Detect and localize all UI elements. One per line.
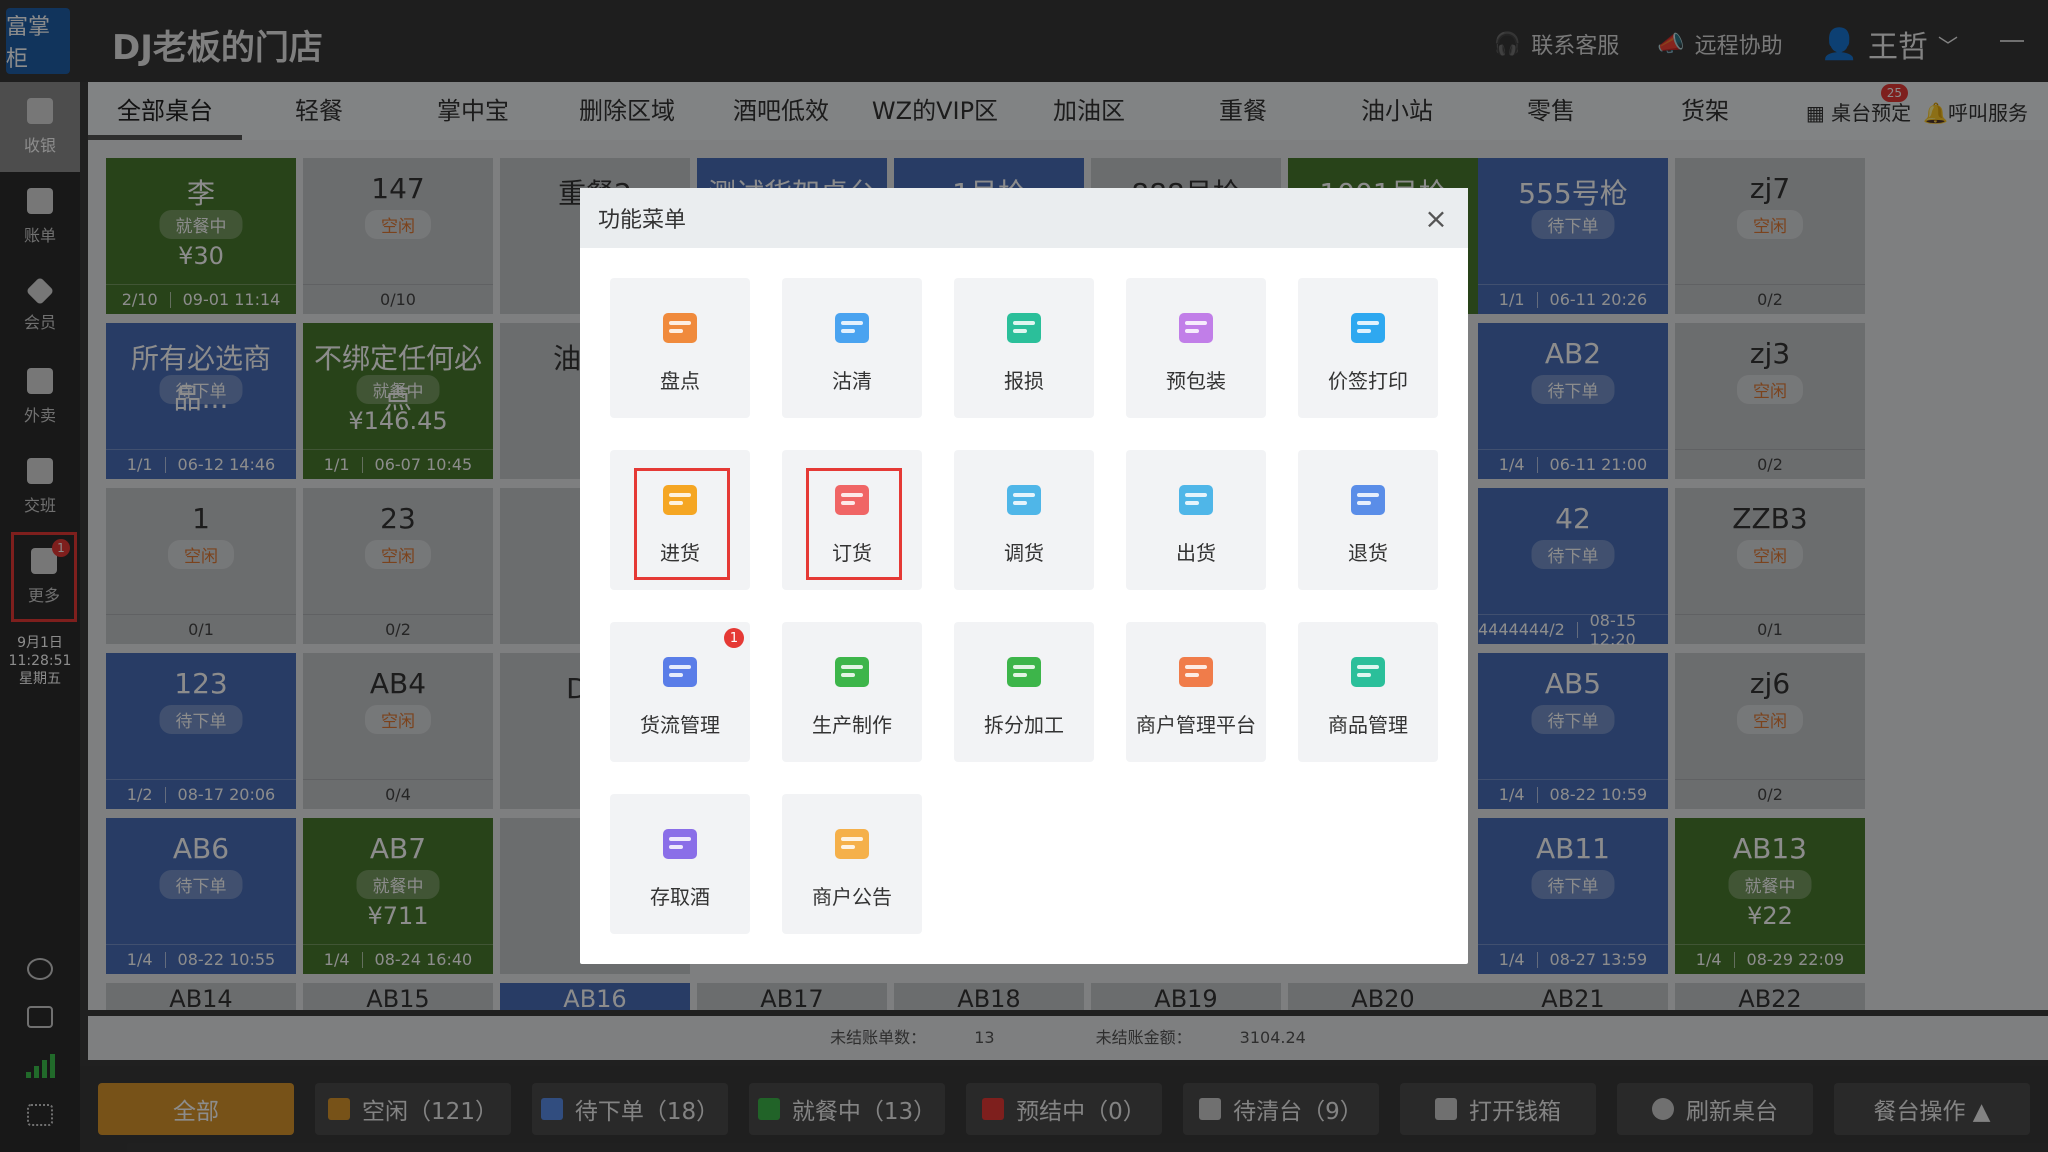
tile-label: 调货 [1004, 540, 1044, 565]
shipment-icon [1179, 484, 1213, 515]
tile-label: 预包装 [1166, 368, 1226, 393]
tile-label: 存取酒 [650, 884, 710, 909]
merchant-store-icon [1179, 656, 1213, 687]
tile-label: 报损 [1004, 368, 1044, 393]
tile-label: 商品管理 [1328, 712, 1408, 737]
function-tile-inventory[interactable]: 盘点 [610, 278, 750, 418]
function-menu-modal: 功能菜单 × 盘点 沽清 报损 预包装 价签打印进货 订货调货 出货 退货货流管理 1 生产制作 拆… [580, 188, 1468, 964]
transfer-icon [1007, 484, 1041, 515]
soldout-icon [835, 312, 869, 343]
function-tile-shipment[interactable]: 出货 [1126, 450, 1266, 590]
function-tile-wrench[interactable]: 生产制作 [782, 622, 922, 762]
tile-label: 沽清 [832, 368, 872, 393]
tile-badge: 1 [724, 628, 744, 648]
tile-label: 拆分加工 [984, 712, 1064, 737]
wrench-split-icon [1007, 656, 1041, 687]
tile-label: 价签打印 [1328, 368, 1408, 393]
goods-bag-icon [1351, 656, 1385, 687]
function-tile-logistics-truck[interactable]: 货流管理 1 [610, 622, 750, 762]
wine-storage-icon [663, 828, 697, 859]
order-goods-icon [835, 484, 869, 515]
function-tile-soldout[interactable]: 沽清 [782, 278, 922, 418]
tile-label: 货流管理 [640, 712, 720, 737]
function-tile-package[interactable]: 预包装 [1126, 278, 1266, 418]
package-icon [1179, 312, 1213, 343]
function-tile-purchase-cart[interactable]: 进货 [610, 450, 750, 590]
function-tile-merchant-store[interactable]: 商户管理平台 [1126, 622, 1266, 762]
function-tile-wrench-split[interactable]: 拆分加工 [954, 622, 1094, 762]
inventory-icon [663, 312, 697, 343]
tile-label: 商户公告 [812, 884, 892, 909]
function-tile-wine-storage[interactable]: 存取酒 [610, 794, 750, 934]
function-tile-price-tag-print[interactable]: 价签打印 [1298, 278, 1438, 418]
modal-header: 功能菜单 × [580, 188, 1468, 248]
modal-title: 功能菜单 [598, 208, 687, 233]
price-tag-print-icon [1351, 312, 1385, 343]
close-icon[interactable]: × [1422, 202, 1450, 235]
tile-label: 商户管理平台 [1136, 712, 1256, 737]
wrench-icon [835, 656, 869, 687]
tile-label: 出货 [1176, 540, 1216, 565]
tile-label: 盘点 [660, 368, 700, 393]
function-tile-transfer[interactable]: 调货 [954, 450, 1094, 590]
return-icon [1351, 484, 1385, 515]
notice-mail-icon [835, 828, 869, 859]
purchase-cart-icon [663, 484, 697, 515]
damage-icon [1007, 312, 1041, 343]
function-tile-return[interactable]: 退货 [1298, 450, 1438, 590]
logistics-truck-icon [663, 656, 697, 687]
function-tile-notice-mail[interactable]: 商户公告 [782, 794, 922, 934]
function-tile-order-goods[interactable]: 订货 [782, 450, 922, 590]
function-tile-goods-bag[interactable]: 商品管理 [1298, 622, 1438, 762]
function-tile-damage[interactable]: 报损 [954, 278, 1094, 418]
tile-label: 生产制作 [812, 712, 892, 737]
tile-label: 退货 [1348, 540, 1388, 565]
